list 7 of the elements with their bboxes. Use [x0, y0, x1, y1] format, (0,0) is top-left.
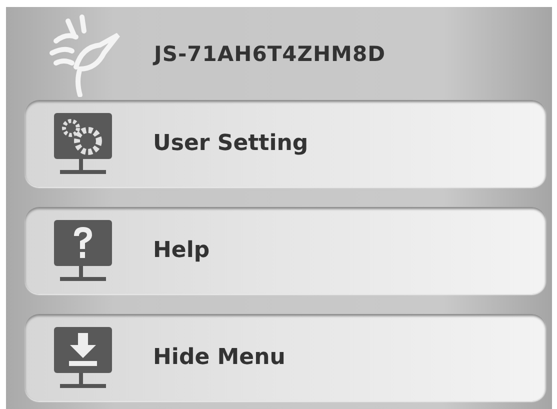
device-name: JS-71AH6T4ZHM8D: [154, 42, 386, 66]
menu-item[interactable]: Help: [25, 207, 546, 294]
menu-item[interactable]: User Setting: [25, 100, 546, 187]
menu-item[interactable]: Hide Menu: [25, 314, 546, 401]
download-icon: [54, 326, 112, 390]
gear-icon: [54, 112, 112, 176]
help-icon: [54, 218, 112, 282]
